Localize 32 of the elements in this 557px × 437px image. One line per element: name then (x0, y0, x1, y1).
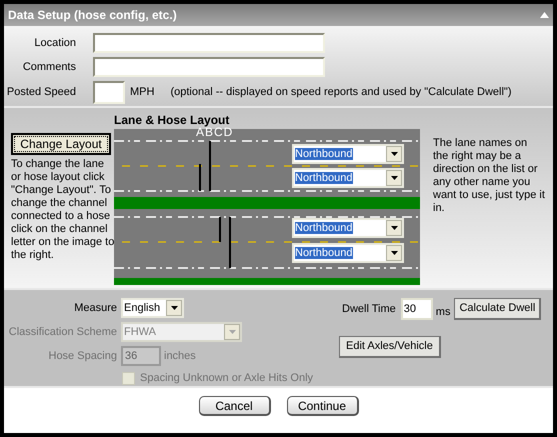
lane-name-dropdown[interactable]: Northbound (292, 168, 404, 188)
layout-help-text: To change the lane or hose layout click "Change Layout". To change the channel connected to a hose click on the channel letter on the image to the right. (11, 158, 115, 262)
location-field[interactable] (93, 33, 325, 53)
collapse-icon[interactable] (540, 12, 549, 18)
calculate-dwell-button[interactable]: Calculate Dwell (454, 298, 542, 320)
unit-label: ms (436, 304, 450, 320)
field-label: Measure (73, 300, 117, 316)
channel-letters[interactable]: ABCD (196, 125, 234, 139)
lane-name-dropdown[interactable]: Northbound (292, 144, 404, 164)
lane-help-text: The lane names on the right may be a direction on the list or any other name you want to use, just type it in. (433, 137, 545, 216)
change-layout-button[interactable]: Change Layout (11, 133, 111, 155)
field-label: Comments (22, 60, 76, 75)
speed-note: (optional -- displayed on speed reports and used by "Calculate Dwell") (170, 85, 512, 100)
window-title: Data Setup (hose config, etc.) (8, 7, 177, 24)
checkbox-label: Spacing Unknown or Axle Hits Only (140, 371, 314, 386)
dialog-button[interactable]: Continue (286, 396, 358, 416)
field-label: Posted Speed (6, 85, 76, 100)
layout-title: Lane & Hose Layout (114, 112, 230, 128)
measure-dropdown[interactable]: English (121, 298, 184, 318)
lane-name-dropdown[interactable]: Northbound (292, 243, 404, 263)
unit-label: inches (164, 348, 196, 364)
field-label: Hose Spacing (48, 348, 117, 364)
field-label: Classification Scheme (8, 324, 117, 340)
lane-name-dropdown[interactable]: Northbound (292, 218, 404, 238)
comments-field[interactable] (93, 57, 325, 77)
field-label: Dwell Time (342, 302, 396, 316)
speed-field[interactable] (93, 81, 125, 104)
unit-label: MPH (130, 85, 154, 100)
edit-axles-button[interactable]: Edit Axles/Vehicle (339, 336, 441, 358)
dialog-button[interactable]: Cancel (198, 396, 270, 416)
dwell-time-field[interactable]: 30 (400, 298, 433, 320)
field-label: Location (33, 36, 76, 51)
